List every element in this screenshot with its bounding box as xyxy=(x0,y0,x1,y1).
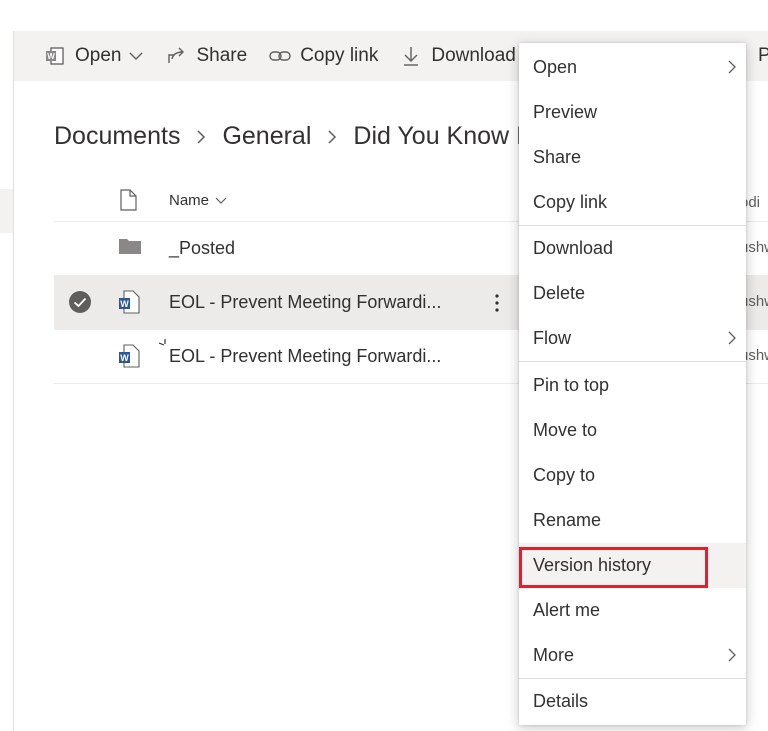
breadcrumb-current-folder[interactable]: Did You Know I xyxy=(353,122,523,151)
chevron-down-icon xyxy=(129,51,143,61)
share-command[interactable]: Share xyxy=(165,31,247,81)
annotation-highlight-box xyxy=(519,547,708,588)
menu-item-share[interactable]: Share xyxy=(519,135,746,180)
menu-item-copy-to[interactable]: Copy to xyxy=(519,453,746,498)
menu-item-move-to[interactable]: Move to xyxy=(519,408,746,453)
menu-item-label: Alert me xyxy=(533,600,601,620)
name-column-label: Name xyxy=(169,192,210,209)
menu-item-delete[interactable]: Delete xyxy=(519,271,746,316)
download-command[interactable]: Download xyxy=(400,31,516,81)
context-menu: Open Preview Share Copy link Download De… xyxy=(519,43,746,725)
menu-divider xyxy=(519,361,746,362)
breadcrumb: Documents General Did You Know I xyxy=(54,122,523,151)
open-command[interactable]: W Open xyxy=(44,31,143,81)
menu-item-copy-link[interactable]: Copy link xyxy=(519,180,746,225)
open-label: Open xyxy=(75,45,122,66)
menu-item-pin-to-top[interactable]: Pin to top xyxy=(519,363,746,408)
menu-item-alert-me[interactable]: Alert me xyxy=(519,588,746,633)
breadcrumb-documents[interactable]: Documents xyxy=(54,122,180,151)
svg-text:W: W xyxy=(120,353,129,363)
copy-link-label: Copy link xyxy=(300,45,379,66)
chevron-right-icon xyxy=(196,129,206,145)
file-name[interactable]: EOL - Prevent Meeting Forwardi... xyxy=(169,346,441,367)
menu-item-label: Share xyxy=(533,147,582,167)
menu-item-label: Copy link xyxy=(533,192,608,212)
menu-item-label: Preview xyxy=(533,102,598,122)
file-name[interactable]: EOL - Prevent Meeting Forwardi... xyxy=(169,292,441,313)
menu-item-label: Open xyxy=(533,57,578,77)
name-column-header[interactable]: Name xyxy=(169,192,227,209)
menu-item-rename[interactable]: Rename xyxy=(519,498,746,543)
share-label: Share xyxy=(196,45,248,66)
chevron-right-icon xyxy=(727,647,737,668)
menu-item-label: Download xyxy=(533,238,614,258)
left-rail-highlight xyxy=(0,189,13,233)
file-name[interactable]: _Posted xyxy=(169,238,235,259)
menu-item-label: Rename xyxy=(533,510,602,530)
overflow-command-label: P xyxy=(758,45,768,66)
menu-item-details[interactable]: Details xyxy=(519,679,746,724)
top-strip xyxy=(0,0,768,31)
link-icon xyxy=(269,45,291,67)
menu-item-label: Flow xyxy=(533,328,572,348)
menu-item-download[interactable]: Download xyxy=(519,226,746,271)
word-open-icon: W xyxy=(44,45,66,67)
more-options-icon[interactable] xyxy=(490,292,504,314)
menu-item-open[interactable]: Open xyxy=(519,45,746,90)
menu-item-label: Details xyxy=(533,691,589,711)
left-navigation-rail xyxy=(0,31,14,731)
download-label: Download xyxy=(431,45,516,66)
chevron-right-icon xyxy=(327,129,337,145)
breadcrumb-general[interactable]: General xyxy=(222,122,311,151)
svg-text:W: W xyxy=(47,52,55,61)
menu-item-more[interactable]: More xyxy=(519,633,746,678)
menu-item-label: Copy to xyxy=(533,465,596,485)
menu-item-label: More xyxy=(533,645,575,665)
share-icon xyxy=(165,45,187,67)
file-type-column-icon[interactable] xyxy=(118,189,142,215)
menu-item-label: Delete xyxy=(533,283,586,303)
menu-item-preview[interactable]: Preview xyxy=(519,90,746,135)
row-selected-checkmark-icon[interactable] xyxy=(68,290,92,314)
word-file-icon: W xyxy=(118,344,142,370)
menu-item-flow[interactable]: Flow xyxy=(519,316,746,361)
download-icon xyxy=(400,45,422,67)
chevron-down-icon xyxy=(215,197,227,205)
chevron-right-icon xyxy=(727,330,737,351)
copy-link-command[interactable]: Copy link xyxy=(269,31,378,81)
chevron-right-icon xyxy=(727,59,737,80)
word-file-icon: W xyxy=(118,290,142,316)
menu-item-label: Move to xyxy=(533,420,598,440)
svg-text:W: W xyxy=(120,299,129,309)
folder-icon xyxy=(118,236,142,262)
menu-item-label: Pin to top xyxy=(533,375,610,395)
